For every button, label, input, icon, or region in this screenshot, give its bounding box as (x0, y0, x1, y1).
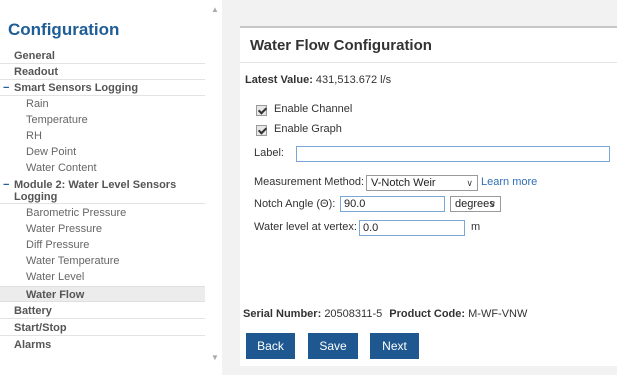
chevron-down-icon: ∨ (466, 178, 473, 188)
nav-label: Battery (14, 305, 52, 317)
learn-more-link[interactable]: Learn more (481, 176, 537, 188)
config-card: Water Flow Configuration Latest Value: 4… (240, 26, 617, 366)
nav-diff-pressure[interactable]: Diff Pressure (0, 237, 205, 253)
latest-value-row: Latest Value: 431,513.672 l/s (245, 74, 391, 86)
nav-label: Water Pressure (26, 223, 103, 235)
serial-value: 20508311-5 (324, 308, 383, 320)
nav-label: Temperature (26, 114, 88, 126)
nav-label: Water Content (26, 162, 97, 174)
nav-water-content[interactable]: Water Content (0, 160, 205, 176)
nav-label: General (14, 50, 55, 62)
nav-start-stop[interactable]: Start/Stop (0, 320, 205, 336)
chevron-up-icon[interactable]: ▲ (211, 6, 219, 14)
next-button[interactable]: Next (370, 333, 419, 359)
page-title: Water Flow Configuration (250, 37, 432, 54)
water-level-vertex-label: Water level at vertex: (254, 221, 357, 233)
serial-label: Serial Number: (243, 308, 322, 320)
label-input[interactable] (296, 146, 610, 162)
nav-water-level[interactable]: Water Level (0, 269, 205, 285)
collapse-icon[interactable]: − (3, 179, 9, 191)
nav-dew-point[interactable]: Dew Point (0, 144, 205, 160)
latest-value-label: Latest Value: (245, 74, 313, 86)
nav-rh[interactable]: RH (0, 128, 205, 144)
nav-label: Dew Point (26, 146, 77, 158)
nav-battery[interactable]: Battery (0, 303, 205, 319)
nav-label: Water Flow (26, 289, 85, 301)
nav-label: Water Level (26, 271, 85, 283)
measurement-method-value: V-Notch Weir (371, 177, 436, 189)
nav-label: Smart Sensors Logging (14, 82, 139, 94)
nav-label: Alarms (14, 339, 52, 351)
nav-label: Start/Stop (14, 322, 67, 334)
sidebar-title: Configuration (8, 20, 120, 39)
notch-angle-label: Notch Angle (Θ): (254, 198, 336, 210)
nav-label: Diff Pressure (26, 239, 90, 251)
main-panel: Water Flow Configuration Latest Value: 4… (222, 0, 617, 375)
measurement-method-select[interactable]: V-Notch Weir ∨ (366, 175, 478, 191)
product-value: M-WF-VNW (468, 308, 528, 320)
nav-temperature[interactable]: Temperature (0, 112, 205, 128)
nav-water-flow[interactable]: Water Flow (0, 286, 205, 302)
collapse-icon[interactable]: − (3, 80, 9, 96)
nav-label: RH (26, 130, 42, 142)
nav-smart-sensors-logging[interactable]: − Smart Sensors Logging (0, 80, 205, 96)
nav-label: Rain (26, 98, 49, 110)
nav-barometric-pressure[interactable]: Barometric Pressure (0, 205, 205, 221)
enable-graph-label: Enable Graph (274, 123, 342, 135)
sidebar: Configuration General Readout − Smart Se… (0, 0, 208, 375)
product-label: Product Code: (389, 308, 466, 320)
serial-product-row: Serial Number: 20508311-5 Product Code: … (243, 308, 527, 320)
sidebar-scrollbar[interactable]: ▲ ▼ (208, 0, 222, 375)
nav-water-pressure[interactable]: Water Pressure (0, 221, 205, 237)
nav-alarms[interactable]: Alarms (0, 337, 205, 353)
enable-graph-checkbox[interactable] (256, 125, 267, 136)
nav-general[interactable]: General (0, 48, 205, 64)
nav-label: Readout (14, 66, 58, 78)
enable-channel-label: Enable Channel (274, 103, 353, 115)
nav-water-temperature[interactable]: Water Temperature (0, 253, 205, 269)
divider (240, 62, 617, 63)
chevron-down-icon[interactable]: ▼ (211, 354, 219, 362)
measurement-method-label: Measurement Method: (254, 176, 365, 188)
nav-label: Barometric Pressure (26, 207, 127, 219)
latest-value: 431,513.672 l/s (315, 74, 392, 86)
nav-module-2-water-level[interactable]: − Module 2: Water Level Sensors Logging (0, 176, 205, 204)
notch-angle-unit-select[interactable]: degrees ∨ (450, 196, 501, 212)
label-field-label: Label: (254, 147, 284, 159)
water-level-unit: m (471, 221, 481, 233)
save-button[interactable]: Save (308, 333, 358, 359)
chevron-down-icon: ∨ (489, 199, 496, 209)
nav-label: Water Temperature (26, 255, 120, 267)
nav-label: Module 2: Water Level Sensors Logging (14, 179, 177, 203)
notch-angle-input[interactable] (340, 196, 445, 212)
enable-channel-checkbox[interactable] (256, 105, 267, 116)
nav-rain[interactable]: Rain (0, 96, 205, 112)
nav-readout[interactable]: Readout (0, 64, 205, 80)
back-button[interactable]: Back (246, 333, 295, 359)
water-level-vertex-input[interactable] (359, 220, 465, 236)
